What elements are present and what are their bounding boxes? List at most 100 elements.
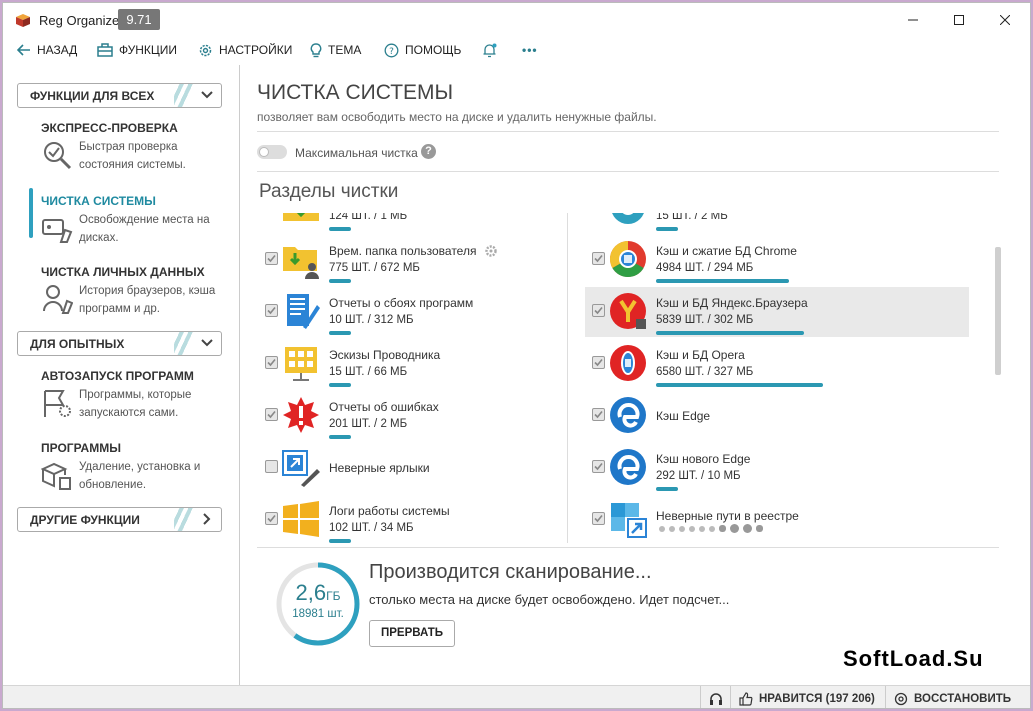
arrow-left-icon <box>17 44 30 56</box>
item-name: Кэш и БД Яндекс.Браузера <box>656 296 808 310</box>
category-all-dropdown[interactable]: ФУНКЦИИ ДЛЯ ВСЕХ <box>17 83 222 108</box>
minimize-button[interactable] <box>890 3 936 37</box>
item-count: 201 ШТ. / 2 МБ <box>329 418 408 430</box>
list-scrollbar[interactable] <box>995 247 1001 375</box>
item-checkbox[interactable] <box>592 408 605 421</box>
broken-shortcut-icon <box>282 450 320 487</box>
help-button[interactable]: ? ПОМОЩЬ <box>384 40 461 60</box>
support-button[interactable] <box>700 686 730 708</box>
crash-report-icon <box>287 294 320 329</box>
chrome-icon <box>609 241 646 278</box>
opera-icon <box>610 345 646 381</box>
list-item[interactable]: Кэш Edge <box>585 391 969 441</box>
list-item[interactable]: Неверные ярлыки <box>257 443 557 493</box>
list-item[interactable]: Логи работы системы 102 ШТ. / 34 МБ <box>257 495 557 543</box>
question-circle-icon: ? <box>384 43 399 57</box>
list-item[interactable]: Эскизы Проводника 15 ШТ. / 66 МБ <box>257 339 557 389</box>
close-icon <box>1000 15 1010 25</box>
item-checkbox[interactable] <box>265 304 278 317</box>
column-divider <box>567 213 568 543</box>
maximize-icon <box>954 15 964 25</box>
sidebar-item-title: ЧИСТКА СИСТЕМЫ <box>41 194 156 208</box>
sidebar-item-title: ЭКСПРЕСС-ПРОВЕРКА <box>41 121 178 135</box>
list-item[interactable]: Кэш и БД Яндекс.Браузера 5839 ШТ. / 302 … <box>585 287 969 337</box>
item-checkbox[interactable] <box>265 460 278 473</box>
item-checkbox[interactable] <box>592 252 605 265</box>
item-checkbox[interactable] <box>592 512 605 525</box>
scan-subtitle: столько места на диске будет освобождено… <box>369 592 730 607</box>
item-checkbox[interactable] <box>265 252 278 265</box>
item-progress <box>329 227 351 231</box>
back-button[interactable]: НАЗАД <box>17 40 77 60</box>
app-logo-icon <box>16 14 30 27</box>
item-count: 15 ШТ. / 2 МБ <box>656 213 728 222</box>
list-item[interactable]: Кэш и сжатие БД Chrome 4984 ШТ. / 294 МБ <box>585 235 969 285</box>
theme-button[interactable]: ТЕМА <box>310 40 361 60</box>
gear-icon <box>199 44 212 56</box>
close-button[interactable] <box>982 3 1028 37</box>
user-folder-icon <box>283 247 319 279</box>
item-count: 6580 ШТ. / 327 МБ <box>656 366 754 378</box>
gear-icon[interactable] <box>484 244 498 258</box>
item-count: 15 ШТ. / 66 МБ <box>329 366 408 378</box>
item-progress <box>656 383 823 387</box>
item-progress <box>329 539 351 543</box>
category-advanced-label: ДЛЯ ОПЫТНЫХ <box>30 337 125 351</box>
item-count: 775 ШТ. / 672 МБ <box>329 262 420 274</box>
list-item[interactable]: Отчеты об ошибках 201 ШТ. / 2 МБ <box>257 391 557 441</box>
help-icon[interactable]: ? <box>421 144 436 159</box>
windows-logs-icon <box>283 501 319 537</box>
help-label: ПОМОЩЬ <box>405 43 462 57</box>
list-item[interactable]: 124 ШТ. / 1 МБ <box>257 213 557 233</box>
item-checkbox[interactable] <box>265 408 278 421</box>
error-icon <box>283 397 319 433</box>
toolbar: НАЗАД ФУНКЦИИ НАСТРОЙКИ ТЕМА ? ПОМОЩЬ ••… <box>3 37 1030 63</box>
functions-label: ФУНКЦИИ <box>119 43 177 57</box>
bell-icon <box>483 43 497 57</box>
restore-button[interactable]: ВОССТАНОВИТЬ <box>885 686 1030 708</box>
notifications-button[interactable] <box>482 40 503 60</box>
item-count: 292 ШТ. / 10 МБ <box>656 470 741 482</box>
list-item[interactable]: Кэш нового Edge 292 ШТ. / 10 МБ <box>585 443 969 493</box>
maximize-button[interactable] <box>936 3 982 37</box>
sidebar-item-title: ЧИСТКА ЛИЧНЫХ ДАННЫХ <box>41 265 205 279</box>
sidebar-item-desc: Программы, которые запускаются сами. <box>79 389 192 419</box>
item-name: Кэш и БД Opera <box>656 348 745 362</box>
settings-button[interactable]: НАСТРОЙКИ <box>198 40 292 60</box>
list-item[interactable]: Врем. папка пользователя 775 ШТ. / 672 М… <box>257 235 557 285</box>
stop-button[interactable]: ПРЕРВАТЬ <box>369 620 455 647</box>
item-checkbox[interactable] <box>592 304 605 317</box>
category-advanced-dropdown[interactable]: ДЛЯ ОПЫТНЫХ <box>17 331 222 356</box>
sidebar-item-title: АВТОЗАПУСК ПРОГРАММ <box>41 369 194 383</box>
item-name: Отчеты об ошибках <box>329 400 439 414</box>
yandex-browser-icon <box>610 293 646 329</box>
browser-icon <box>612 213 644 224</box>
magnifier-check-icon <box>44 142 72 170</box>
item-name: Кэш и сжатие БД Chrome <box>656 244 797 258</box>
headset-icon <box>710 692 722 705</box>
more-button[interactable]: ••• <box>522 40 538 60</box>
sidebar: ФУНКЦИИ ДЛЯ ВСЕХ ЭКСПРЕСС-ПРОВЕРКА Быстр… <box>3 65 240 685</box>
item-checkbox[interactable] <box>592 460 605 473</box>
item-checkbox[interactable] <box>592 356 605 369</box>
sections-title: Разделы чистки <box>259 181 399 202</box>
settings-label: НАСТРОЙКИ <box>219 43 293 57</box>
sidebar-item-desc: Быстрая проверка состояния системы. <box>79 141 186 171</box>
category-other-button[interactable]: ДРУГИЕ ФУНКЦИИ <box>17 507 222 532</box>
item-checkbox[interactable] <box>265 512 278 525</box>
thumbnails-icon <box>285 347 317 381</box>
left-clean-list: 124 ШТ. / 1 МБ Врем. папка пользователя … <box>257 213 565 543</box>
app-window: Reg Organizer 9.71 НАЗАД ФУНКЦИИ НАСТРОЙ… <box>2 2 1031 709</box>
list-item[interactable]: Кэш и БД Opera 6580 ШТ. / 327 МБ <box>585 339 969 389</box>
list-item[interactable]: 15 ШТ. / 2 МБ <box>585 213 969 233</box>
item-checkbox[interactable] <box>265 356 278 369</box>
watermark-text: SoftLoad.Su <box>843 646 984 671</box>
like-button[interactable]: НРАВИТСЯ (197 206) <box>730 686 885 708</box>
max-clean-toggle[interactable] <box>257 145 287 159</box>
list-item[interactable]: Неверные пути в реестре <box>585 495 969 543</box>
item-name: Кэш Edge <box>656 409 711 423</box>
functions-button[interactable]: ФУНКЦИИ <box>97 40 177 60</box>
back-label: НАЗАД <box>37 43 78 57</box>
folder-icon <box>283 213 319 221</box>
list-item[interactable]: Отчеты о сбоях программ 10 ШТ. / 312 МБ <box>257 287 557 337</box>
